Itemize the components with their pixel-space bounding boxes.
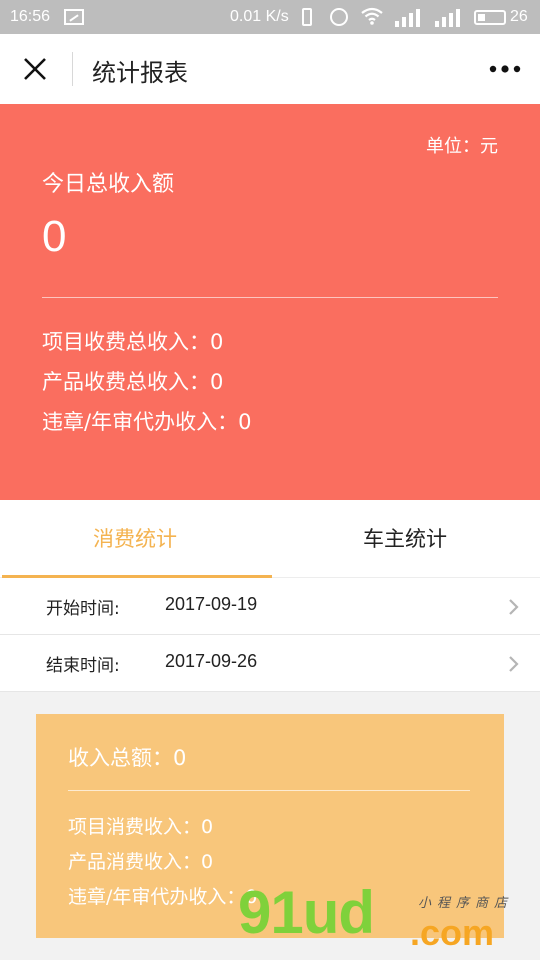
product-consumption-income: 产品消费收入：0 <box>68 851 214 873</box>
watermark-domain-text: .com <box>410 912 495 953</box>
summary-divider <box>42 297 498 298</box>
battery-icon <box>474 10 506 25</box>
start-date-row[interactable]: 开始时间: 2017-09-19 <box>0 578 540 635</box>
project-fee-income: 项目收费总收入：0 <box>42 330 224 354</box>
chevron-right-icon <box>509 599 519 615</box>
page-title: 统计报表 <box>92 59 188 87</box>
violation-agency-income: 违章/年审代办收入：0 <box>42 410 252 434</box>
income-summary-panel: 单位：元 今日总收入额 0 项目收费总收入：0 产品收费总收入：0 违章/年审代… <box>0 104 540 500</box>
watermark-sub-text: 小程序商店 <box>418 896 514 911</box>
vibrate-icon <box>302 8 312 26</box>
signal-icon <box>395 9 420 27</box>
navigation-bar: 统计报表 <box>0 34 540 104</box>
status-time: 16:56 <box>10 8 51 25</box>
nav-divider <box>72 52 73 86</box>
more-options-icon[interactable] <box>488 62 522 76</box>
project-consumption-income: 项目消费收入：0 <box>68 816 214 838</box>
today-income-value: 0 <box>42 212 67 261</box>
start-date-value: 2017-09-19 <box>165 594 258 614</box>
violation-agency-card-income: 违章/年审代办收入：0 <box>68 886 258 908</box>
battery-level: 26 <box>510 8 528 25</box>
end-date-value: 2017-09-26 <box>165 651 258 671</box>
income-total-label: 收入总额：0 <box>68 746 187 770</box>
image-notification-icon <box>64 9 84 25</box>
tab-owner-stats[interactable]: 车主统计 <box>270 500 540 577</box>
stats-tabs: 消费统计 车主统计 <box>0 500 540 578</box>
close-icon[interactable] <box>22 56 48 82</box>
start-date-label: 开始时间: <box>46 599 120 619</box>
watermark-main-text: 91ud <box>238 879 375 946</box>
today-income-label: 今日总收入额 <box>42 172 175 197</box>
status-bar: 16:56 0.01 K/s 26 <box>0 0 540 34</box>
network-speed: 0.01 K/s <box>230 8 289 25</box>
end-date-label: 结束时间: <box>46 656 120 676</box>
unit-label: 单位：元 <box>426 136 498 157</box>
chevron-right-icon <box>509 656 519 672</box>
tab-consumption-stats[interactable]: 消费统计 <box>0 500 270 577</box>
card-divider <box>68 790 470 791</box>
watermark-logo: 91ud .com 小程序商店 <box>238 878 540 960</box>
product-fee-income: 产品收费总收入：0 <box>42 370 224 394</box>
alarm-icon <box>330 8 348 26</box>
end-date-row[interactable]: 结束时间: 2017-09-26 <box>0 635 540 692</box>
wifi-icon <box>361 7 383 25</box>
signal-4g-icon <box>435 9 460 27</box>
